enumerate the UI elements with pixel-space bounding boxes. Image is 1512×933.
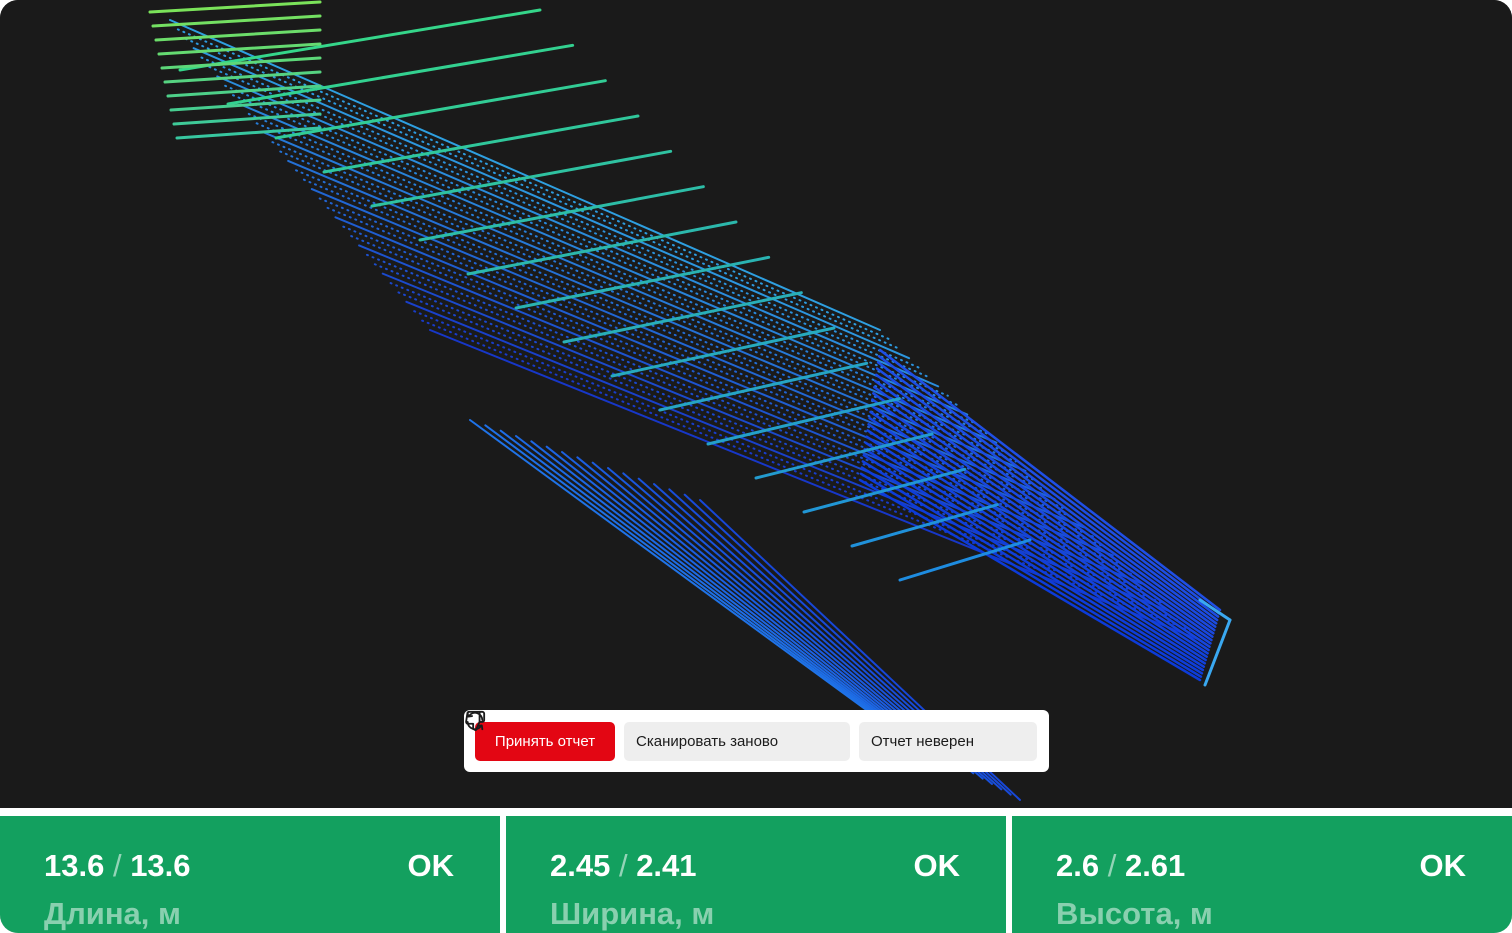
stat-height: 2.6 / 2.61 OK Высота, м	[1012, 816, 1512, 933]
stat-height-label: Высота, м	[1056, 896, 1213, 931]
accept-report-button[interactable]: Принять отчет	[475, 721, 615, 761]
stat-length-label: Длина, м	[44, 896, 181, 931]
rescan-button[interactable]: Сканировать заново	[466, 711, 850, 761]
refresh-icon	[466, 711, 814, 752]
stat-width: 2.45 / 2.41 OK Ширина, м	[506, 816, 1006, 933]
dimension-stats-bar: 13.6 / 13.6 OK Длина, м 2.45 / 2.41 OK Ш…	[0, 808, 1512, 933]
stat-length: 13.6 / 13.6 OK Длина, м	[0, 816, 500, 933]
stat-width-label: Ширина, м	[550, 896, 715, 931]
thumbs-down-icon	[465, 710, 1010, 752]
report-wrong-label: Отчет неверен	[871, 732, 974, 750]
point-cloud-render	[148, 0, 1232, 801]
point-cloud-viewport[interactable]: Принять отчет Сканировать заново Отчет н…	[0, 0, 1512, 808]
stat-length-status: OK	[407, 848, 455, 883]
report-actions-toolbar: Принять отчет Сканировать заново Отчет н…	[464, 710, 1049, 772]
stat-length-value: 13.6 / 13.6	[44, 848, 191, 883]
report-wrong-button[interactable]: Отчет неверен	[465, 710, 1037, 761]
app-window: Принять отчет Сканировать заново Отчет н…	[0, 0, 1512, 933]
stat-height-value: 2.6 / 2.61	[1056, 848, 1186, 883]
accept-report-label: Принять отчет	[494, 732, 596, 750]
stat-height-status: OK	[1419, 848, 1467, 883]
rescan-label: Сканировать заново	[636, 732, 779, 750]
stat-width-status: OK	[913, 848, 961, 883]
stat-width-value: 2.45 / 2.41	[550, 848, 697, 883]
